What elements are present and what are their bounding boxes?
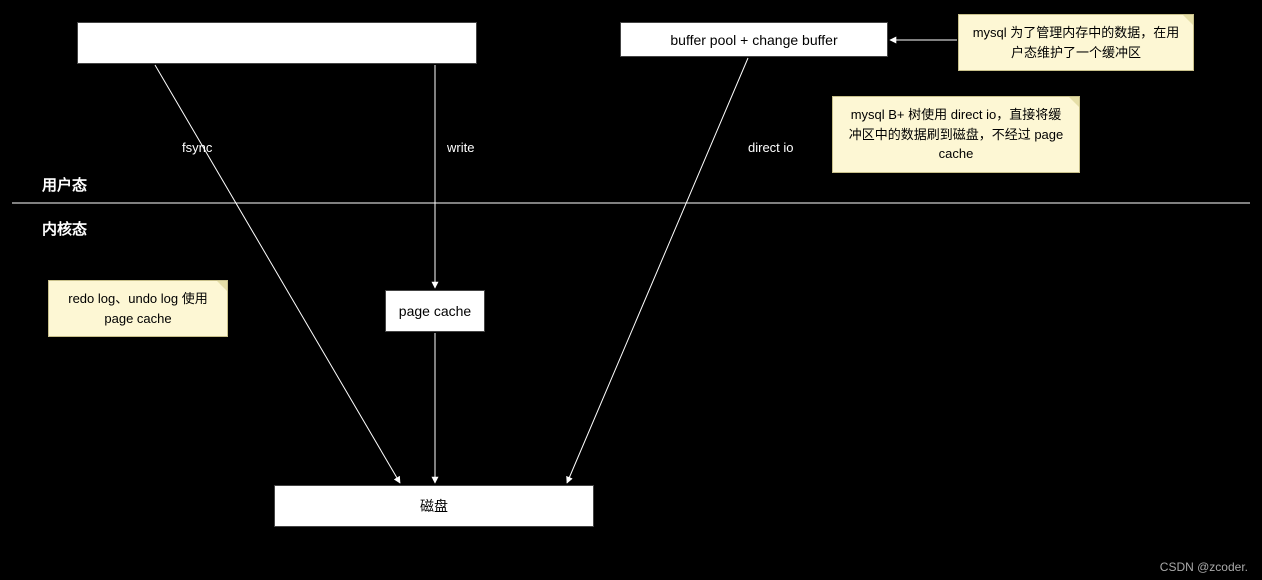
box-disk-label: 磁盘 — [420, 496, 448, 516]
note-buffer-desc: mysql 为了管理内存中的数据，在用户态维护了一个缓冲区 — [958, 14, 1194, 71]
watermark: CSDN @zcoder. — [1160, 560, 1248, 574]
zone-kernel-label: 内核态 — [42, 218, 87, 239]
zone-user-label: 用户态 — [42, 174, 87, 195]
note-directio-desc: mysql B+ 树使用 direct io，直接将缓冲区中的数据刷到磁盘，不经… — [832, 96, 1080, 173]
box-page-cache: page cache — [385, 290, 485, 332]
note-redolog-desc: redo log、undo log 使用 page cache — [48, 280, 228, 337]
note-redolog-desc-text: redo log、undo log 使用 page cache — [68, 291, 207, 326]
edge-directio-label: direct io — [748, 140, 794, 155]
box-buffer-pool: buffer pool + change buffer — [620, 22, 888, 57]
box-disk: 磁盘 — [274, 485, 594, 527]
box-page-cache-label: page cache — [399, 303, 471, 319]
box-top-left — [77, 22, 477, 64]
note-buffer-desc-text: mysql 为了管理内存中的数据，在用户态维护了一个缓冲区 — [973, 25, 1180, 60]
edge-write-label: write — [447, 140, 474, 155]
edge-fsync-label: fsync — [182, 140, 212, 155]
box-buffer-pool-label: buffer pool + change buffer — [670, 32, 837, 48]
note-directio-desc-text: mysql B+ 树使用 direct io，直接将缓冲区中的数据刷到磁盘，不经… — [849, 107, 1064, 161]
